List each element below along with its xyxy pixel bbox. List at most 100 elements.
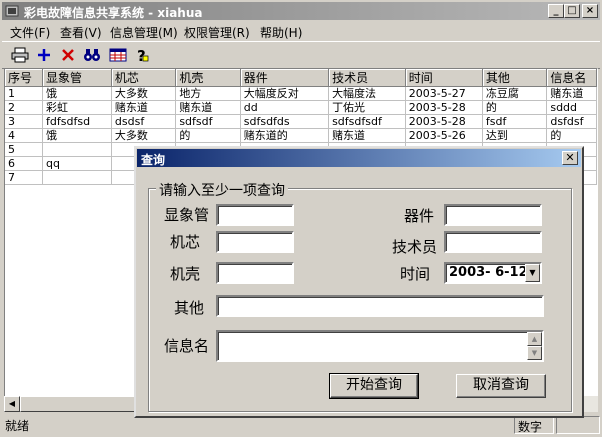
table-cell[interactable]: 赌东道的	[240, 128, 330, 143]
chassis-input[interactable]	[216, 231, 294, 253]
table-cell[interactable]: 赌东道	[546, 86, 597, 101]
col-header-crt[interactable]: 显象管	[42, 69, 112, 87]
table-cell[interactable]: 的	[175, 128, 241, 143]
table-cell[interactable]: 达到	[482, 128, 548, 143]
table-cell[interactable]: dsfdsf	[546, 114, 597, 129]
table-cell[interactable]: 3	[5, 114, 44, 129]
col-header-component[interactable]: 器件	[240, 69, 330, 87]
menu-info-management[interactable]: 信息管理(M)	[110, 24, 178, 41]
table-row[interactable]: 2 彩虹 赌东道 赌东道 dd 丁佑光 2003-5-28 的 sddd	[5, 100, 597, 115]
scroll-left-icon[interactable]: ◀	[4, 396, 20, 412]
title-bar[interactable]: 彩电故障信息共享系统 - xiahua _ □ ×	[2, 2, 600, 20]
col-header-time[interactable]: 时间	[405, 69, 483, 87]
cancel-query-button[interactable]: 取消查询	[456, 374, 546, 398]
window-title: 彩电故障信息共享系统 - xiahua	[24, 6, 203, 20]
table-cell[interactable]: 7	[5, 170, 44, 185]
menu-bar: 文件(F) 查看(V) 信息管理(M) 权限管理(R) 帮助(H)	[2, 22, 600, 40]
table-cell[interactable]: 1	[5, 86, 44, 101]
status-text: 就绪	[5, 419, 30, 433]
dialog-title: 查询	[141, 153, 166, 167]
table-cell[interactable]: sdfsdf	[175, 114, 241, 129]
table-cell[interactable]: 赌东道	[111, 100, 177, 115]
table-cell[interactable]: dsdsf	[111, 114, 177, 129]
table-cell[interactable]: 地方	[175, 86, 241, 101]
label-chassis: 机芯	[170, 233, 201, 251]
table-cell[interactable]: fdfsdfsd	[42, 114, 112, 129]
table-cell[interactable]: 大多数	[111, 86, 177, 101]
table-cell[interactable]: 的	[482, 100, 548, 115]
col-header-other[interactable]: 其他	[482, 69, 548, 87]
dialog-title-bar[interactable]: 查询 ✕	[137, 149, 581, 167]
table-cell[interactable]: 饿	[42, 128, 112, 143]
table-cell[interactable]: 饿	[42, 86, 112, 101]
table-cell[interactable]: 2003-5-28	[405, 100, 483, 115]
delete-icon[interactable]	[58, 45, 78, 65]
component-input[interactable]	[444, 204, 542, 226]
label-component: 器件	[404, 207, 435, 225]
table-cell[interactable]: 彩虹	[42, 100, 112, 115]
table-header-row: 序号 显象管 机芯 机壳 器件 技术员 时间 其他 信息名	[5, 69, 597, 87]
table-cell[interactable]: 6	[5, 156, 44, 171]
time-datepicker[interactable]: 2003- 6-12 ▼	[444, 262, 542, 284]
table-cell[interactable]: 丁佑光	[328, 100, 406, 115]
start-query-button[interactable]: 开始查询	[329, 373, 419, 399]
technician-input[interactable]	[444, 231, 542, 253]
table-cell[interactable]: fsdf	[482, 114, 548, 129]
table-cell[interactable]: sddd	[546, 100, 597, 115]
col-header-case[interactable]: 机壳	[175, 69, 241, 87]
table-cell[interactable]: sdfsdfsdf	[328, 114, 406, 129]
label-other: 其他	[174, 299, 205, 317]
table-cell[interactable]: 大多数	[111, 128, 177, 143]
table-cell[interactable]: 5	[5, 142, 44, 157]
time-value: 2003- 6-12	[449, 265, 528, 280]
menu-view[interactable]: 查看(V)	[60, 24, 102, 41]
dropdown-arrow-icon[interactable]: ▼	[525, 264, 540, 282]
info-name-memo[interactable]: ▲ ▼	[216, 330, 544, 362]
other-input[interactable]	[216, 295, 544, 317]
close-button[interactable]: ×	[582, 4, 598, 18]
memo-scrollbar[interactable]: ▲ ▼	[527, 332, 542, 360]
table-cell[interactable]: 2003-5-27	[405, 86, 483, 101]
menu-file[interactable]: 文件(F)	[10, 24, 50, 41]
table-cell[interactable]: 赌东道	[328, 128, 406, 143]
col-header-technician[interactable]: 技术员	[328, 69, 406, 87]
col-header-index[interactable]: 序号	[5, 69, 44, 87]
table-cell[interactable]: qq	[42, 156, 112, 171]
table-cell[interactable]: 赌东道	[175, 100, 241, 115]
groupbox-caption: 请输入至少一项查询	[156, 180, 288, 200]
scroll-thumb[interactable]	[20, 396, 140, 412]
scroll-down-icon[interactable]: ▼	[527, 346, 542, 360]
table-cell[interactable]: 4	[5, 128, 44, 143]
case-input[interactable]	[216, 262, 294, 284]
maximize-button[interactable]: □	[564, 4, 580, 18]
table-icon[interactable]	[108, 45, 128, 65]
table-cell[interactable]: 2	[5, 100, 44, 115]
table-cell[interactable]	[42, 170, 112, 185]
table-row[interactable]: 1 饿大多数 地方 大幅度反对 大幅度法 2003-5-27 冻豆腐 赌东道	[5, 86, 597, 101]
label-crt: 显象管	[164, 206, 210, 224]
table-cell[interactable]: 冻豆腐	[482, 86, 548, 101]
help-icon[interactable]: ?	[132, 45, 152, 65]
menu-permission-management[interactable]: 权限管理(R)	[184, 24, 250, 41]
binoculars-icon[interactable]	[82, 45, 102, 65]
printer-icon[interactable]	[10, 45, 30, 65]
table-cell[interactable]: 大幅度法	[328, 86, 406, 101]
table-cell[interactable]: 的	[546, 128, 597, 143]
menu-help[interactable]: 帮助(H)	[260, 24, 302, 41]
table-cell[interactable]	[42, 142, 112, 157]
table-cell[interactable]: dd	[240, 100, 330, 115]
col-header-info-name[interactable]: 信息名	[546, 69, 597, 87]
add-icon[interactable]	[34, 45, 54, 65]
table-cell[interactable]: 2003-5-28	[405, 114, 483, 129]
scroll-up-icon[interactable]: ▲	[527, 332, 542, 346]
col-header-chassis[interactable]: 机芯	[111, 69, 177, 87]
minimize-button[interactable]: _	[548, 4, 564, 18]
table-row[interactable]: 3 fdfsdfsd dsdsf sdfsdf sdfsdfds sdfsdfsdf 200…	[5, 114, 597, 129]
query-dialog: 查询 ✕ 请输入至少一项查询 显象管 机芯 机壳 器件 技术员 时间 2003-…	[134, 146, 584, 418]
table-cell[interactable]: 2003-5-26	[405, 128, 483, 143]
table-row[interactable]: 4 饿大多数的赌东道的 赌东道 2003-5-26 达到的	[5, 128, 597, 143]
table-cell[interactable]: 大幅度反对	[240, 86, 330, 101]
crt-input[interactable]	[216, 204, 294, 226]
table-cell[interactable]: sdfsdfds	[240, 114, 330, 129]
dialog-close-button[interactable]: ✕	[562, 151, 578, 165]
